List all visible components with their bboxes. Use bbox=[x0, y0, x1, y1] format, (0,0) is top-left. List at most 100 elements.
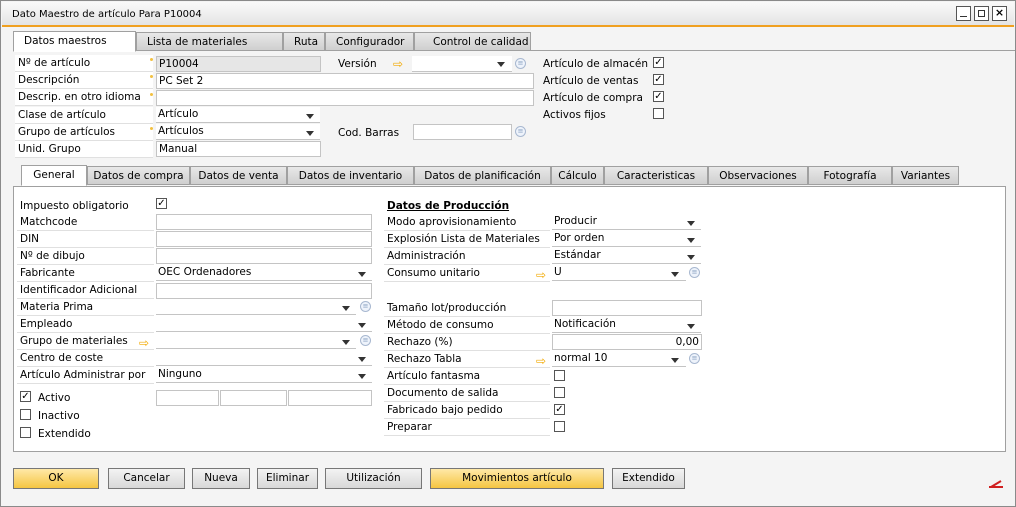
info-icon[interactable]: ≡ bbox=[360, 335, 371, 346]
delete-button[interactable]: Eliminar bbox=[257, 468, 318, 489]
active-to-field[interactable] bbox=[220, 390, 287, 406]
chevron-down-icon[interactable] bbox=[687, 255, 695, 260]
cost-center-select[interactable] bbox=[156, 350, 372, 366]
tab-ruta[interactable]: Ruta bbox=[283, 32, 325, 51]
tab-general[interactable]: General bbox=[21, 165, 87, 186]
administration-label: Administración bbox=[384, 248, 550, 265]
cancel-button[interactable]: Cancelar bbox=[108, 468, 185, 489]
inventory-item-checkbox[interactable]: ✓ bbox=[653, 57, 664, 68]
chevron-down-icon[interactable] bbox=[671, 272, 679, 277]
inactive-radio[interactable] bbox=[20, 409, 31, 420]
issue-doc-checkbox[interactable] bbox=[554, 387, 565, 398]
phantom-label: Artículo fantasma bbox=[384, 368, 550, 385]
scrap-table-select[interactable]: normal 10 bbox=[552, 351, 686, 367]
chevron-down-icon[interactable] bbox=[306, 114, 314, 119]
active-remarks-field[interactable] bbox=[288, 390, 372, 406]
manage-by-select[interactable]: Ninguno bbox=[156, 367, 372, 383]
extended-button[interactable]: Extendido bbox=[612, 468, 685, 489]
additional-id-label: Identificador Adicional bbox=[17, 282, 154, 299]
additional-id-field[interactable] bbox=[156, 283, 372, 299]
chevron-down-icon[interactable] bbox=[358, 357, 366, 362]
production-section-title: Datos de Producción bbox=[387, 200, 510, 212]
administration-select[interactable]: Estándar bbox=[552, 248, 701, 264]
uom-group-field[interactable]: Manual bbox=[156, 141, 321, 157]
sales-item-checkbox[interactable]: ✓ bbox=[653, 74, 664, 85]
item-class-select[interactable]: Artículo bbox=[156, 107, 320, 123]
description-field[interactable]: PC Set 2 bbox=[156, 73, 534, 89]
employee-select[interactable] bbox=[156, 316, 372, 332]
inactive-label: Inactivo bbox=[38, 410, 80, 422]
chevron-down-icon[interactable] bbox=[687, 324, 695, 329]
link-arrow-icon[interactable]: ⇨ bbox=[139, 337, 149, 349]
unit-consumption-select[interactable]: U bbox=[552, 265, 686, 281]
tax-checkbox[interactable]: ✓ bbox=[156, 198, 167, 209]
ok-button[interactable]: OK bbox=[13, 468, 99, 489]
tab-datos-inventario[interactable]: Datos de inventario bbox=[287, 166, 414, 185]
info-icon[interactable]: ≡ bbox=[515, 126, 526, 137]
chevron-down-icon[interactable] bbox=[497, 62, 505, 67]
extended-radio[interactable] bbox=[20, 427, 31, 438]
fixed-assets-checkbox[interactable] bbox=[653, 108, 664, 119]
consumption-method-select[interactable]: Notificación bbox=[552, 317, 701, 333]
info-icon[interactable]: ≡ bbox=[689, 267, 700, 278]
manufacturer-select[interactable]: OEC Ordenadores bbox=[156, 265, 372, 281]
din-field[interactable] bbox=[156, 231, 372, 247]
item-master-window: Dato Maestro de artículo Para P10004 × D… bbox=[0, 0, 1016, 507]
procurement-select[interactable]: Producir bbox=[552, 214, 701, 230]
new-button[interactable]: Nueva bbox=[192, 468, 250, 489]
link-arrow-icon[interactable]: ⇨ bbox=[536, 355, 546, 367]
active-from-field[interactable] bbox=[156, 390, 219, 406]
chevron-down-icon[interactable] bbox=[687, 221, 695, 226]
tab-fotografia[interactable]: Fotografía bbox=[808, 166, 892, 185]
link-arrow-icon[interactable]: ⇨ bbox=[536, 269, 546, 281]
info-icon[interactable]: ≡ bbox=[689, 353, 700, 364]
phantom-checkbox[interactable] bbox=[554, 370, 565, 381]
item-movements-button[interactable]: Movimientos artículo bbox=[430, 468, 604, 489]
made-to-order-checkbox[interactable]: ✓ bbox=[554, 404, 565, 415]
tab-datos-venta[interactable]: Datos de venta bbox=[190, 166, 287, 185]
item-group-select[interactable]: Artículos bbox=[156, 124, 320, 140]
tab-calculo[interactable]: Cálculo bbox=[551, 166, 604, 185]
active-radio[interactable]: ✓ bbox=[20, 391, 31, 402]
info-icon[interactable]: ≡ bbox=[360, 301, 371, 312]
tab-control-calidad[interactable]: Control de calidad bbox=[414, 32, 531, 51]
tab-caracteristicas[interactable]: Caracteristicas bbox=[604, 166, 708, 185]
tab-datos-planificacion[interactable]: Datos de planificación bbox=[414, 166, 551, 185]
info-icon[interactable]: ≡ bbox=[515, 58, 526, 69]
close-icon[interactable]: × bbox=[992, 6, 1007, 21]
item-no-field[interactable]: P10004 bbox=[156, 56, 321, 72]
chevron-down-icon[interactable] bbox=[671, 358, 679, 363]
tab-datos-maestros[interactable]: Datos maestros bbox=[13, 31, 136, 52]
usage-button[interactable]: Utilización bbox=[325, 468, 422, 489]
chevron-down-icon[interactable] bbox=[358, 323, 366, 328]
chevron-down-icon[interactable] bbox=[358, 374, 366, 379]
chevron-down-icon[interactable] bbox=[306, 131, 314, 136]
prepare-checkbox[interactable] bbox=[554, 421, 565, 432]
barcode-field[interactable] bbox=[413, 124, 512, 140]
material-group-select[interactable] bbox=[156, 333, 356, 349]
scrap-field[interactable]: 0,00 bbox=[552, 334, 702, 350]
employee-label: Empleado bbox=[17, 316, 154, 333]
tab-variantes[interactable]: Variantes bbox=[892, 166, 959, 185]
tab-lista-materiales[interactable]: Lista de materiales bbox=[136, 32, 283, 51]
lot-size-field[interactable] bbox=[552, 300, 702, 316]
maximize-icon[interactable] bbox=[974, 6, 989, 21]
chevron-down-icon[interactable] bbox=[342, 306, 350, 311]
link-arrow-icon[interactable]: ⇨ bbox=[393, 58, 403, 70]
tab-configurador[interactable]: Configurador bbox=[325, 32, 414, 51]
tab-datos-compra[interactable]: Datos de compra bbox=[87, 166, 190, 185]
item-no-label: Nº de artículo bbox=[15, 55, 153, 72]
bom-explosion-select[interactable]: Por orden bbox=[552, 231, 701, 247]
tab-observaciones[interactable]: Observaciones bbox=[708, 166, 808, 185]
raw-material-select[interactable] bbox=[156, 299, 356, 315]
desc-other-lang-field[interactable] bbox=[156, 90, 534, 106]
minimize-icon[interactable] bbox=[956, 6, 971, 21]
chevron-down-icon[interactable] bbox=[342, 340, 350, 345]
title-bar: Dato Maestro de artículo Para P10004 × bbox=[2, 2, 1014, 27]
chevron-down-icon[interactable] bbox=[687, 238, 695, 243]
active-label: Activo bbox=[38, 392, 71, 404]
chevron-down-icon[interactable] bbox=[358, 272, 366, 277]
drawing-no-field[interactable] bbox=[156, 248, 372, 264]
matchcode-field[interactable] bbox=[156, 214, 372, 230]
purchase-item-checkbox[interactable]: ✓ bbox=[653, 91, 664, 102]
